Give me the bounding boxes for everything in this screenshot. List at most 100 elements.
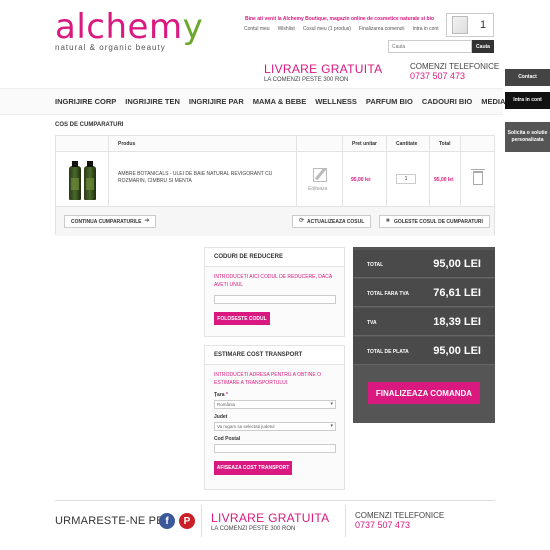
footer-phone-number: 0737 507 473	[355, 520, 411, 530]
shipping-estimate-box: ESTIMARE COST TRANSPORT INTRODUCETI ADRE…	[204, 345, 345, 490]
follow-us-label: URMARESTE-NE PE:	[55, 515, 167, 527]
bottle-image	[84, 161, 96, 200]
arrow-right-icon: ➔	[144, 218, 150, 224]
product-name[interactable]: AMBRE BOTANICALS - ULEI DE BAIE NATURAL …	[118, 171, 288, 185]
edit-label[interactable]: Editeaza	[308, 186, 327, 192]
shipping-title: ESTIMARE COST TRANSPORT	[205, 346, 344, 365]
footer-divider	[201, 505, 202, 537]
main-nav: INGRIJIRE CORP INGRIJIRE TEN INGRIJIRE P…	[0, 88, 505, 115]
refresh-icon: ⟳	[299, 218, 305, 224]
free-shipping-promo: LIVRARE GRATUITA LA COMENZI PESTE 300 RO…	[264, 62, 382, 83]
footer: URMARESTE-NE PE: f P LIVRARE GRATUITA LA…	[55, 500, 495, 540]
continue-shopping-button[interactable]: CONTINUA CUMPARATURILE ➔	[64, 215, 157, 228]
totals-row-total: TOTAL 95,00 LEI	[353, 250, 495, 278]
shopping-bag-icon	[452, 16, 468, 34]
grand-total-label: TOTAL DE PLATA	[367, 349, 409, 355]
order-totals: TOTAL 95,00 LEI TOTAL FARA TVA 76,61 LEI…	[353, 247, 495, 423]
logo[interactable]: alchemy natural & organic beauty	[55, 10, 203, 52]
column-divider	[296, 136, 297, 206]
quantity-input[interactable]	[396, 174, 416, 184]
total-label: TOTAL	[367, 262, 384, 268]
cart-count: 1	[480, 19, 487, 31]
side-tab-login[interactable]: Intra in cont	[505, 92, 550, 109]
total-without-vat-value: 76,61 LEI	[433, 287, 481, 299]
side-tab-personalized-solution[interactable]: Solicita o solutie personalizata	[505, 122, 550, 152]
link-my-account[interactable]: Contul meu	[244, 26, 270, 32]
mini-cart[interactable]: 1	[446, 13, 494, 37]
footer-phone-label: COMENZI TELEFONICE	[355, 511, 445, 520]
nav-item-body-care[interactable]: INGRIJIRE CORP	[55, 97, 116, 106]
update-cart-label: ACTUALIZEAZA COSUL	[307, 218, 365, 225]
nav-item-hair-care[interactable]: INGRIJIRE PAR	[189, 97, 244, 106]
county-select[interactable]: Va rugam sa selectati judetul	[214, 422, 336, 431]
finalize-order-button[interactable]: FINALIZEAZA COMANDA	[368, 382, 480, 404]
required-marker: *	[225, 392, 228, 398]
nav-item-skin-care[interactable]: INGRIJIRE TEN	[125, 97, 180, 106]
link-checkout[interactable]: Finalizarea comenzii	[359, 26, 405, 32]
discount-title: CODURI DE REDUCERE	[205, 248, 344, 267]
column-divider	[342, 136, 343, 206]
total-value: 95,00 LEI	[433, 258, 481, 270]
cart-table: Produs Pret unitar Cantitate Total AMBRE…	[55, 135, 495, 236]
discount-description: INTRODUCETI AICI CODUL DE REDUCERE, DACA…	[214, 274, 332, 288]
unit-price: 95,00 lei	[351, 177, 371, 183]
update-cart-button[interactable]: ⟳ ACTUALIZEAZA COSUL	[292, 215, 372, 228]
country-label: Țara *	[205, 392, 344, 398]
postal-code-label: Cod Postal	[214, 436, 241, 442]
vat-value: 18,39 LEI	[433, 316, 481, 328]
link-wishlist[interactable]: Wishlist	[278, 26, 295, 32]
link-my-cart[interactable]: Cosul meu (1 produs)	[303, 26, 351, 32]
column-divider	[386, 136, 387, 206]
continue-shopping-label: CONTINUA CUMPARATURILE	[71, 218, 142, 225]
nav-item-gifts[interactable]: CADOURI BIO	[422, 97, 472, 106]
product-image[interactable]	[65, 160, 100, 200]
search-input[interactable]	[388, 40, 472, 53]
nav-item-wellness[interactable]: WELLNESS	[315, 97, 357, 106]
totals-row-without-vat: TOTAL FARA TVA 76,61 LEI	[353, 279, 495, 307]
edit-icon[interactable]	[313, 168, 327, 182]
trash-small-icon: ■	[386, 218, 390, 224]
column-divider	[429, 136, 430, 206]
trash-icon[interactable]	[471, 169, 485, 185]
promo-title: LIVRARE GRATUITA	[264, 62, 383, 76]
facebook-icon[interactable]: f	[159, 513, 175, 529]
pinterest-icon[interactable]: P	[179, 513, 195, 529]
phone-label: COMENZI TELEFONICE	[410, 62, 500, 71]
promo-subtitle: LA COMENZI PESTE 300 RON	[264, 77, 349, 83]
nav-item-mother-baby[interactable]: MAMA & BEBE	[253, 97, 306, 106]
column-divider	[460, 136, 461, 206]
footer-free-shipping: LIVRARE GRATUITA LA COMENZI PESTE 300 RO…	[211, 511, 329, 532]
vat-label: TVA	[367, 320, 377, 326]
discount-code-input[interactable]	[214, 295, 336, 304]
empty-cart-button[interactable]: ■ GOLESTE COSUL DE CUMPARATURI	[379, 215, 490, 228]
country-label-text: Țara	[214, 392, 225, 398]
footer-phone-orders: COMENZI TELEFONICE 0737 507 473	[355, 511, 444, 530]
cart-actions: CONTINUA CUMPARATURILE ➔ ⟳ ACTUALIZEAZA …	[56, 206, 494, 236]
totals-row-grand-total: TOTAL DE PLATA 95,00 LEI	[353, 337, 495, 365]
header-total: Total	[439, 141, 451, 147]
link-login[interactable]: Intra in cont	[412, 26, 438, 32]
grand-total-value: 95,00 LEI	[433, 345, 481, 357]
apply-code-button[interactable]: FOLOSESTE CODUL	[214, 312, 270, 325]
postal-code-input[interactable]	[214, 444, 336, 453]
top-links: Contul meu Wishlist Cosul meu (1 produs)…	[244, 26, 439, 32]
phone-orders: COMENZI TELEFONICE 0737 507 473	[410, 62, 499, 81]
header-quantity: Cantitate	[396, 141, 418, 147]
logo-leaf: y	[182, 7, 204, 47]
nav-item-perfume[interactable]: PARFUM BIO	[366, 97, 413, 106]
county-label: Judet	[214, 414, 228, 420]
nav-item-media[interactable]: MEDIA	[481, 97, 505, 106]
search-button[interactable]: Cauta	[472, 40, 494, 53]
show-shipping-cost-button[interactable]: AFISEAZA COST TRANSPORT	[214, 461, 292, 475]
country-select[interactable]: România	[214, 400, 336, 409]
bottle-image	[69, 161, 81, 200]
empty-cart-label: GOLESTE COSUL DE CUMPARATURI	[394, 218, 483, 225]
footer-promo-subtitle: LA COMENZI PESTE 300 RON	[211, 526, 296, 532]
page-title: COS DE CUMPARATURI	[55, 122, 124, 128]
row-total: 95,00 lei	[434, 177, 454, 183]
welcome-message: Bine ati venit la Alchemy Boutique, maga…	[245, 16, 435, 22]
header-product: Produs	[118, 141, 136, 147]
logo-text: alchem	[55, 7, 183, 47]
side-tab-contact[interactable]: Contact	[505, 69, 550, 86]
shipping-description: INTRODUCETI ADRESA PENTRU A OBTINE O EST…	[214, 372, 321, 386]
